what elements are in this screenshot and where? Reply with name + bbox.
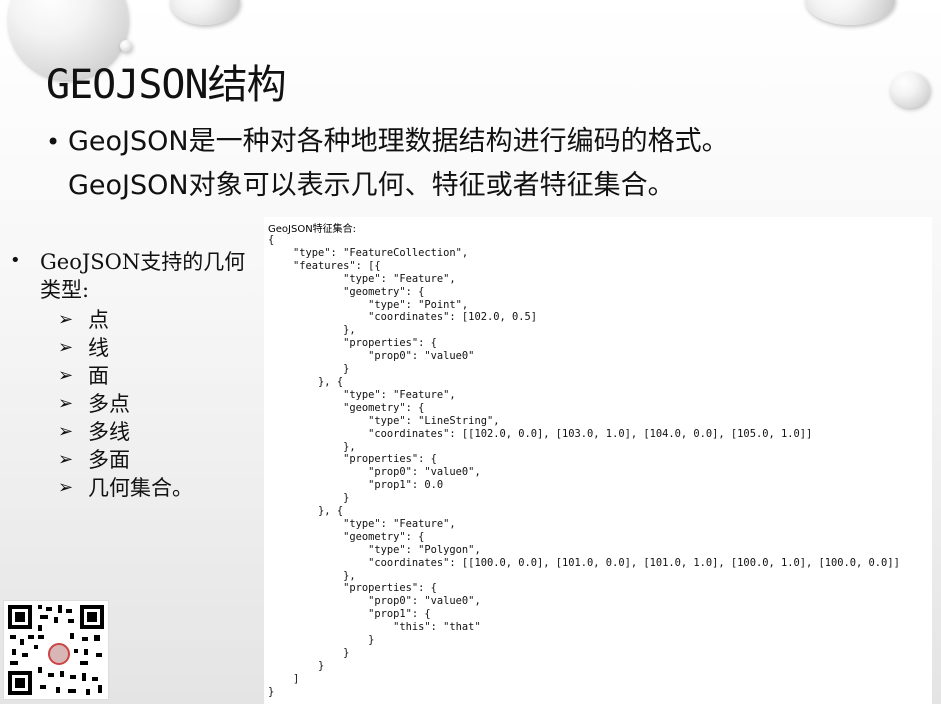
geojson-code-block: { "type": "FeatureCollection", "features… — [268, 234, 900, 698]
arrow-bullet-icon: ➢ — [58, 421, 74, 442]
list-item: ➢ 点 — [58, 306, 265, 334]
list-item-label: 多线 — [88, 420, 130, 444]
geometry-types-heading: GeoJSON支持的几何类型: — [40, 250, 246, 302]
slide-title: GEOJSON结构 — [46, 62, 287, 108]
list-item: ➢ 多线 — [58, 418, 265, 446]
intro-paragraph: • GeoJSON是一种对各种地理数据结构进行编码的格式。 GeoJSON对象可… — [46, 120, 926, 208]
list-item: ➢ 多面 — [58, 446, 265, 474]
list-item-label: 多面 — [88, 448, 130, 472]
list-item: ➢ 几何集合。 — [58, 474, 265, 502]
seal-icon — [48, 643, 70, 665]
geojson-code-panel: GeoJSON特征集合: { "type": "FeatureCollectio… — [264, 217, 932, 704]
list-item-label: 线 — [88, 336, 109, 360]
water-drop-decoration — [805, 0, 895, 25]
water-drop-decoration — [120, 40, 132, 52]
list-item-label: 几何集合。 — [88, 476, 193, 500]
arrow-bullet-icon: ➢ — [58, 449, 74, 470]
list-item-label: 面 — [88, 364, 109, 388]
bullet-dot: • — [10, 250, 21, 271]
arrow-bullet-icon: ➢ — [58, 309, 74, 330]
code-panel-label: GeoJSON特征集合: — [268, 224, 357, 235]
intro-line-1: GeoJSON是一种对各种地理数据结构进行编码的格式。 — [68, 126, 729, 157]
arrow-bullet-icon: ➢ — [58, 337, 74, 358]
intro-line-2: GeoJSON对象可以表示几何、特征或者特征集合。 — [68, 170, 675, 201]
arrow-bullet-icon: ➢ — [58, 393, 74, 414]
arrow-bullet-icon: ➢ — [58, 477, 74, 498]
water-drop-decoration — [890, 72, 930, 108]
slide: GEOJSON结构 • GeoJSON是一种对各种地理数据结构进行编码的格式。 … — [0, 0, 941, 704]
qr-code-image — [3, 600, 109, 700]
arrow-bullet-icon: ➢ — [58, 365, 74, 386]
list-item: ➢ 面 — [58, 362, 265, 390]
list-item: ➢ 多点 — [58, 390, 265, 418]
list-item-label: 点 — [88, 308, 109, 332]
water-drop-decoration — [170, 0, 240, 25]
list-item-label: 多点 — [88, 392, 130, 416]
bullet-dot: • — [46, 128, 61, 156]
list-item: ➢ 线 — [58, 334, 265, 362]
geometry-types-list: • GeoJSON支持的几何类型: ➢ 点 ➢ 线 ➢ 面 ➢ 多点 ➢ 多线 ➢ 多面 ➢… — [10, 248, 265, 502]
